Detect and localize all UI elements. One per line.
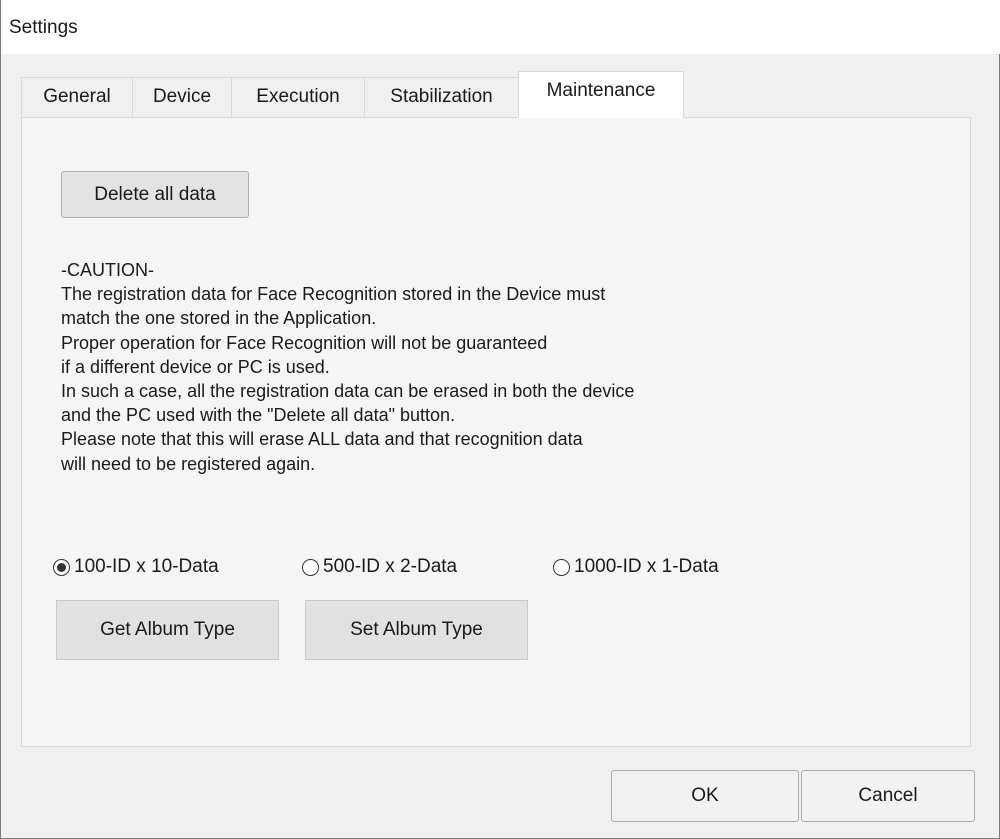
ok-button[interactable]: OK (611, 770, 799, 822)
set-album-type-label: Set Album Type (350, 619, 483, 640)
tab-stabilization[interactable]: Stabilization (364, 77, 519, 116)
tab-execution[interactable]: Execution (231, 77, 365, 116)
radio-unselected-icon[interactable] (553, 558, 570, 576)
tab-stabilization-label: Stabilization (390, 86, 493, 107)
window-title: Settings (9, 17, 78, 38)
caution-line: In such a case, all the registration dat… (61, 381, 635, 402)
tab-device-label: Device (152, 86, 212, 107)
delete-all-data-button[interactable]: Delete all data (61, 171, 249, 218)
album-option-label: 500-ID x 2-Data (323, 556, 458, 577)
album-option-1000-id[interactable]: 1000-ID x 1-Data (553, 554, 719, 580)
maintenance-panel: Delete all data -CAUTION- The registrati… (21, 117, 971, 747)
album-option-500-id[interactable]: 500-ID x 2-Data (302, 554, 457, 580)
tab-maintenance-label: Maintenance (546, 80, 656, 101)
caution-line: The registration data for Face Recogniti… (61, 284, 606, 305)
album-option-label: 100-ID x 10-Data (74, 556, 219, 577)
caution-line: if a different device or PC is used. (61, 356, 330, 377)
settings-dialog: Settings General Device Execution Stabil… (0, 0, 1000, 839)
get-album-type-label: Get Album Type (100, 619, 235, 640)
album-option-label: 1000-ID x 1-Data (574, 556, 719, 577)
caution-line: Proper operation for Face Recognition wi… (61, 332, 548, 353)
caution-line: match the one stored in the Application. (61, 308, 377, 329)
caution-heading: -CAUTION- (61, 260, 154, 280)
caution-line: will need to be registered again. (61, 453, 316, 474)
tab-general-label: General (43, 86, 111, 107)
tab-device[interactable]: Device (132, 77, 232, 116)
cancel-button[interactable]: Cancel (801, 770, 975, 822)
cancel-label: Cancel (858, 785, 918, 806)
ok-label: OK (691, 785, 719, 806)
tab-execution-label: Execution (256, 86, 340, 107)
tab-maintenance[interactable]: Maintenance (518, 71, 684, 118)
tab-general[interactable]: General (21, 77, 133, 116)
radio-selected-icon[interactable] (53, 558, 70, 576)
title-bar: Settings (1, 0, 1000, 54)
caution-text: -CAUTION- The registration data for Face… (61, 258, 941, 476)
get-album-type-button[interactable]: Get Album Type (56, 600, 279, 660)
caution-line: Please note that this will erase ALL dat… (61, 429, 583, 450)
delete-all-data-label: Delete all data (94, 183, 216, 205)
caution-line: and the PC used with the "Delete all dat… (61, 405, 456, 426)
radio-unselected-icon[interactable] (302, 558, 319, 576)
album-option-100-id[interactable]: 100-ID x 10-Data (53, 554, 219, 580)
set-album-type-button[interactable]: Set Album Type (305, 600, 528, 660)
